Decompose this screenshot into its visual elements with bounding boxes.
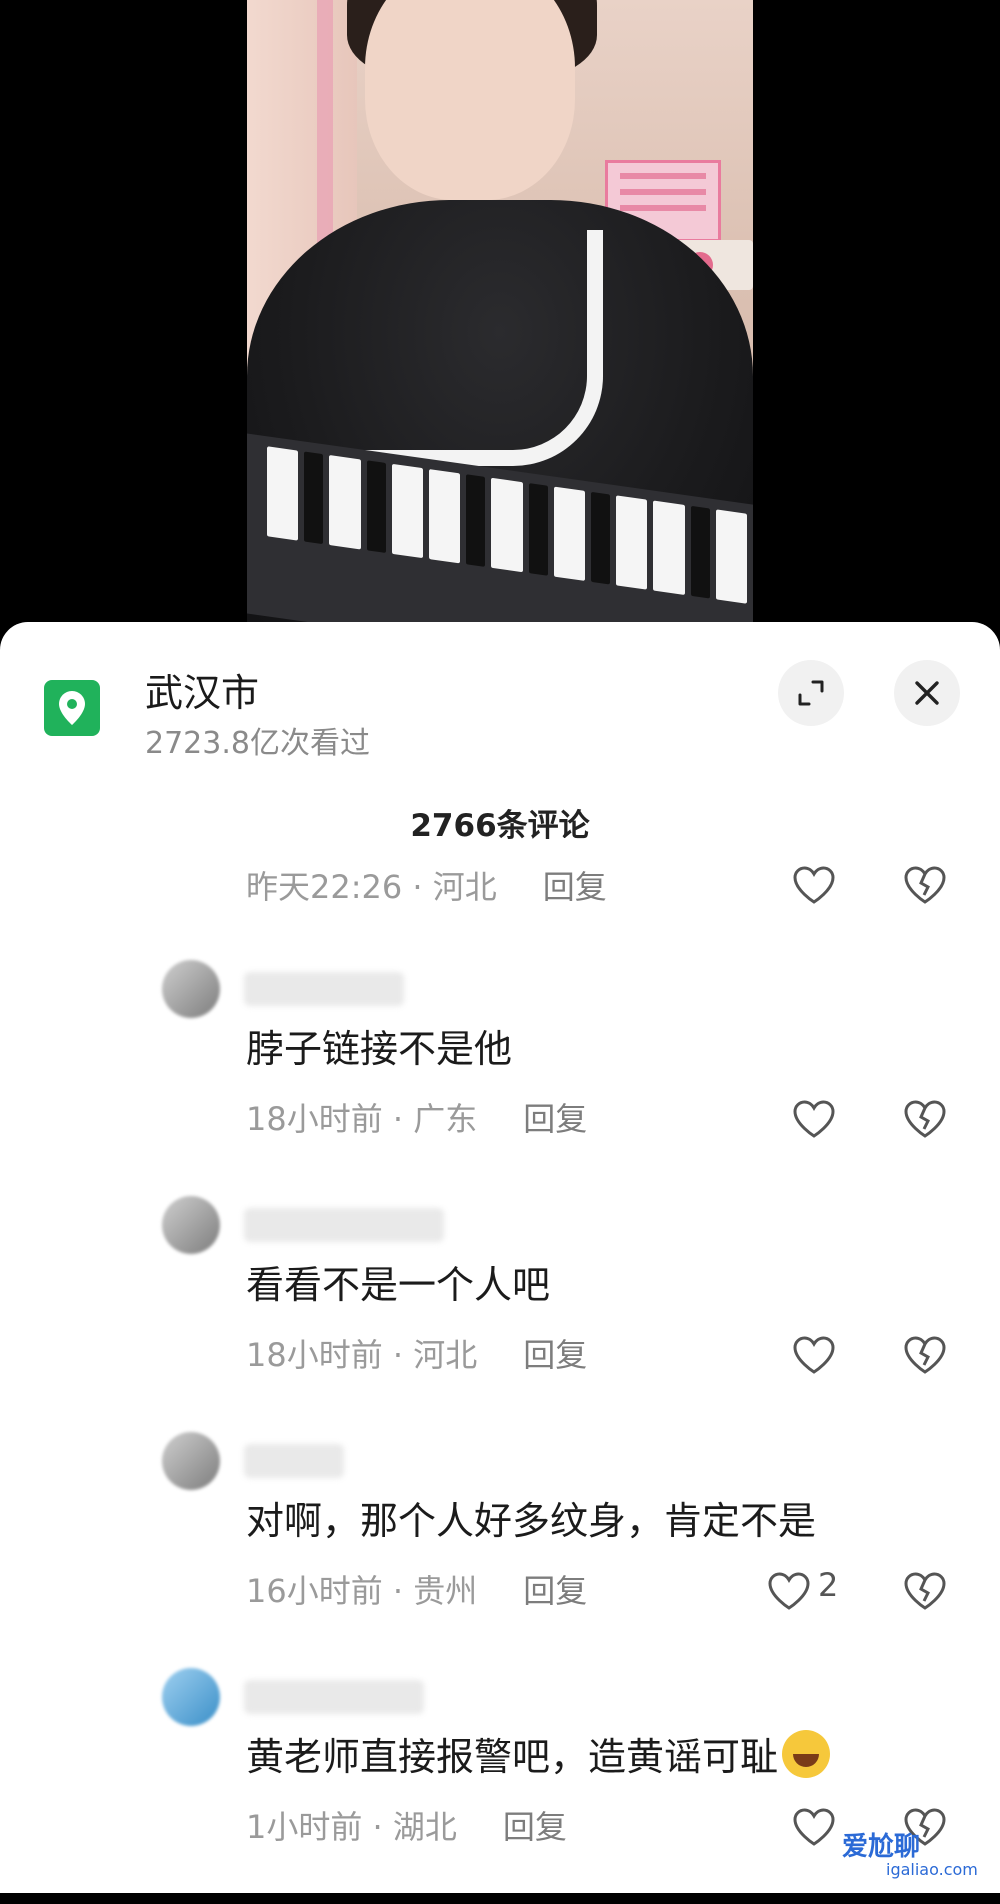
comment-item: 黄老师直接报警吧，造黄谣可耻 1小时前 · 湖北 回复 bbox=[0, 1668, 1000, 1904]
laughing-emoji-icon bbox=[782, 1730, 831, 1778]
broken-heart-icon bbox=[904, 1100, 946, 1138]
dislike-button[interactable] bbox=[900, 1096, 950, 1142]
close-button[interactable] bbox=[894, 660, 960, 726]
username-blurred[interactable] bbox=[244, 972, 404, 1006]
username-blurred[interactable] bbox=[244, 1680, 424, 1714]
heart-icon bbox=[768, 1572, 810, 1610]
comment-item: 对啊，那个人好多纹身，肯定不是 16小时前 · 贵州 回复 2 bbox=[0, 1432, 1000, 1668]
broken-heart-icon bbox=[904, 866, 946, 904]
heart-icon bbox=[793, 1100, 835, 1138]
broken-heart-icon bbox=[904, 1336, 946, 1374]
comment-meta: 16小时前 · 贵州 回复 bbox=[246, 1572, 588, 1610]
avatar[interactable] bbox=[162, 1668, 220, 1726]
comment-meta: 18小时前 · 河北 回复 bbox=[246, 1336, 588, 1374]
like-button[interactable] bbox=[789, 1804, 839, 1850]
dislike-button[interactable] bbox=[900, 1568, 950, 1614]
comment-text: 黄老师直接报警吧，造黄谣可耻 bbox=[246, 1726, 831, 1781]
reply-button[interactable]: 回复 bbox=[523, 1572, 587, 1610]
close-icon bbox=[915, 681, 939, 705]
location-views: 2723.8亿次看过 bbox=[145, 726, 370, 761]
location-pin-icon[interactable] bbox=[44, 680, 100, 736]
broken-heart-icon bbox=[904, 1572, 946, 1610]
heart-icon bbox=[793, 866, 835, 904]
comment-item: 脖子链接不是他 18小时前 · 广东 回复 bbox=[0, 960, 1000, 1196]
comment-text: 脖子链接不是他 bbox=[246, 1027, 513, 1071]
watermark-url: igaliao.com bbox=[886, 1860, 978, 1879]
expand-icon bbox=[798, 680, 824, 706]
avatar[interactable] bbox=[162, 960, 220, 1018]
like-button[interactable] bbox=[789, 1096, 839, 1142]
reply-button[interactable]: 回复 bbox=[543, 868, 607, 906]
expand-button[interactable] bbox=[778, 660, 844, 726]
like-count: 2 bbox=[818, 1566, 839, 1604]
avatar[interactable] bbox=[162, 1196, 220, 1254]
comment-meta: 昨天22:26 · 河北 回复 bbox=[246, 868, 607, 906]
username-blurred[interactable] bbox=[244, 1444, 344, 1478]
dislike-button[interactable] bbox=[900, 1332, 950, 1378]
dislike-button[interactable] bbox=[900, 862, 950, 908]
avatar[interactable] bbox=[162, 1432, 220, 1490]
reply-button[interactable]: 回复 bbox=[523, 1100, 587, 1138]
comment-meta: 1小时前 · 湖北 回复 bbox=[246, 1808, 567, 1846]
like-button[interactable] bbox=[789, 862, 839, 908]
person-head bbox=[365, 0, 575, 200]
comment-text: 对啊，那个人好多纹身，肯定不是 bbox=[246, 1499, 817, 1543]
comment-text: 看看不是一个人吧 bbox=[246, 1263, 551, 1307]
reply-button[interactable]: 回复 bbox=[523, 1336, 587, 1374]
watermark: 爱尬聊 bbox=[842, 1832, 921, 1862]
comment-item: 看看不是一个人吧 18小时前 · 河北 回复 bbox=[0, 1196, 1000, 1432]
comment-meta: 18小时前 · 广东 回复 bbox=[246, 1100, 588, 1138]
video-frame bbox=[247, 0, 753, 640]
location-title[interactable]: 武汉市 bbox=[145, 662, 259, 717]
video-player[interactable] bbox=[0, 0, 1000, 640]
heart-icon bbox=[793, 1808, 835, 1846]
melodica-tube bbox=[247, 230, 603, 466]
username-blurred[interactable] bbox=[244, 1208, 444, 1242]
comment-count: 2766条评论 bbox=[410, 808, 590, 844]
reply-button[interactable]: 回复 bbox=[503, 1808, 567, 1846]
like-button[interactable] bbox=[764, 1568, 814, 1614]
heart-icon bbox=[793, 1336, 835, 1374]
like-button[interactable] bbox=[789, 1332, 839, 1378]
comments-sheet: 武汉市 2723.8亿次看过 2766条评论 昨天22:26 · 河北 回复 脖子… bbox=[0, 622, 1000, 1893]
